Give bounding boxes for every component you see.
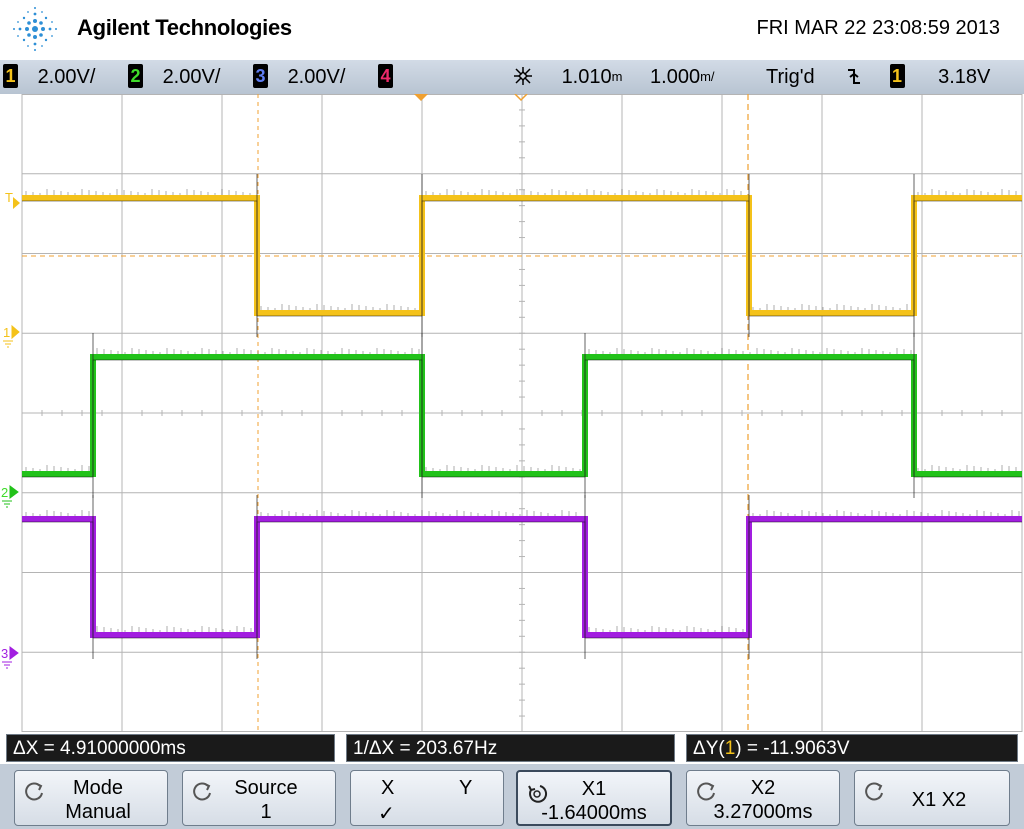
channel-3-status[interactable]: 3 2.00V/ xyxy=(253,60,345,94)
x1-x2-softkey[interactable]: X1 X2 xyxy=(854,770,1010,826)
channel-3-ground-marker: 3 xyxy=(1,646,8,661)
y-label: Y xyxy=(459,777,473,799)
scope-display[interactable]: T 1 2 3 xyxy=(0,94,1024,732)
channel-4-status[interactable]: 4 xyxy=(378,60,393,94)
source-softkey[interactable]: Source 1 xyxy=(182,770,336,826)
source-label: Source xyxy=(234,777,298,799)
timebase-unit: m/ xyxy=(700,69,715,84)
x-selected-checkmark: ✓ xyxy=(378,803,395,825)
delay-icon xyxy=(514,66,532,85)
channel-markers: T 1 2 3 xyxy=(1,94,528,669)
delta-y-channel: 1 xyxy=(724,738,736,759)
inverse-delta-x-readout: 1/ΔX = 203.67Hz xyxy=(346,734,675,762)
delay-marker-icon xyxy=(414,94,428,101)
delay-unit: m xyxy=(611,69,623,84)
channel-3-scale: 2.00V/ xyxy=(287,66,346,88)
delay-value: 1.010 xyxy=(561,66,612,88)
mode-value: Manual xyxy=(65,801,131,823)
x1-x2-label: X1 X2 xyxy=(911,789,967,811)
trigger-status[interactable]: 1 3.18V xyxy=(846,60,990,94)
mode-label: Mode xyxy=(72,777,124,799)
horizontal-status[interactable]: 1.010m 1.000m/ xyxy=(510,60,715,94)
falling-edge-icon xyxy=(848,68,860,84)
agilent-spark-logo xyxy=(13,7,57,51)
x2-label: X2 xyxy=(750,777,776,799)
channel-4-badge: 4 xyxy=(378,63,393,88)
channel-2-status[interactable]: 2 2.00V/ xyxy=(128,60,220,94)
channel-3-badge: 3 xyxy=(253,63,268,88)
date-time: FRI MAR 22 23:08:59 2013 xyxy=(756,17,1000,39)
timebase-value: 1.000 xyxy=(650,66,701,88)
channel-status-bar: 1 2.00V/ 2 2.00V/ 3 2.00V/ 4 1.010m 1.00… xyxy=(0,60,1024,94)
x2-softkey[interactable]: X2 3.27000ms xyxy=(686,770,840,826)
channel-2-ground-marker: 2 xyxy=(1,485,8,500)
delta-y-readout: ΔY(1) = -11.9063V xyxy=(686,734,1018,762)
brand-name: Agilent Technologies xyxy=(77,15,292,40)
x-label: X xyxy=(381,777,395,799)
source-value: 1 xyxy=(260,801,272,823)
x-y-softkey[interactable]: X Y ✓ xyxy=(350,770,504,826)
mode-softkey[interactable]: Mode Manual xyxy=(14,770,168,826)
channel-1-status[interactable]: 1 2.00V/ xyxy=(3,60,95,94)
trigger-level: 3.18V xyxy=(938,66,991,88)
delta-y-value: ) = -11.9063V xyxy=(735,738,850,759)
graticule-and-traces: T 1 2 3 xyxy=(1,94,1023,732)
channel-1-ground-marker: 1 xyxy=(3,325,10,340)
x1-value: -1.64000ms xyxy=(541,802,647,824)
delta-x-readout: ΔX = 4.91000000ms xyxy=(6,734,335,762)
channel-2-scale: 2.00V/ xyxy=(162,66,221,88)
channel-1-badge: 1 xyxy=(3,63,18,88)
header-bar: Agilent Technologies FRI MAR 22 23:08:59… xyxy=(0,0,1024,60)
trigger-source-badge: 1 xyxy=(889,63,905,88)
softkey-bar: Mode Manual Source 1 X Y ✓ X1 -1.64000ms… xyxy=(0,764,1024,829)
x1-softkey[interactable]: X1 -1.64000ms xyxy=(516,770,672,826)
x1-label: X1 xyxy=(581,778,607,800)
x2-value: 3.27000ms xyxy=(713,801,813,823)
channel-2-badge: 2 xyxy=(128,63,143,88)
channel-1-scale: 2.00V/ xyxy=(37,66,96,88)
trigger-level-arrow-icon xyxy=(13,197,20,209)
trigger-level-marker: T xyxy=(5,190,13,205)
delta-y-prefix: ΔY( xyxy=(693,738,725,759)
trigger-state: Trig'd xyxy=(766,66,815,88)
